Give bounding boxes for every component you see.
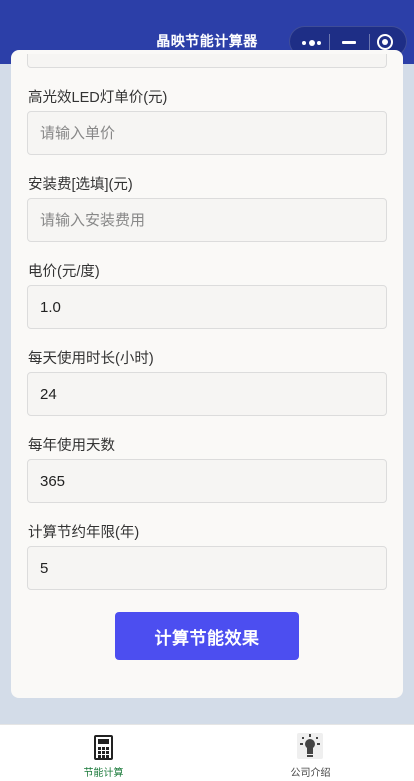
minimize-icon[interactable] — [342, 41, 356, 44]
lightbulb-icon — [297, 733, 323, 759]
previous-input-field[interactable] — [27, 54, 387, 68]
savings-years-label: 计算节约年限(年) — [28, 525, 140, 541]
close-target-icon[interactable] — [377, 34, 393, 50]
install-fee-label: 安装费[选填](元) — [28, 177, 133, 193]
savings-years-input[interactable] — [27, 546, 387, 590]
tab-company-intro[interactable]: 公司介绍 — [207, 725, 414, 781]
tab-bar: 节能计算 公司介绍 — [0, 724, 414, 781]
daily-hours-input[interactable] — [27, 372, 387, 416]
capsule-divider — [369, 34, 370, 51]
calculator-icon — [94, 735, 113, 760]
more-options-icon[interactable] — [302, 40, 322, 46]
tab-energy-calc[interactable]: 节能计算 — [0, 725, 207, 781]
electricity-price-input[interactable] — [27, 285, 387, 329]
yearly-days-label: 每年使用天数 — [28, 438, 115, 454]
yearly-days-input[interactable] — [27, 459, 387, 503]
capsule-divider — [329, 34, 330, 51]
led-price-label: 高光效LED灯单价(元) — [28, 90, 168, 106]
tab-label: 公司介绍 — [290, 768, 331, 779]
daily-hours-label: 每天使用时长(小时) — [28, 351, 154, 367]
install-fee-input[interactable] — [27, 198, 387, 242]
tab-label: 节能计算 — [83, 768, 124, 779]
calculate-button[interactable]: 计算节能效果 — [115, 612, 299, 660]
led-price-input[interactable] — [27, 111, 387, 155]
electricity-price-label: 电价(元/度) — [28, 264, 100, 280]
